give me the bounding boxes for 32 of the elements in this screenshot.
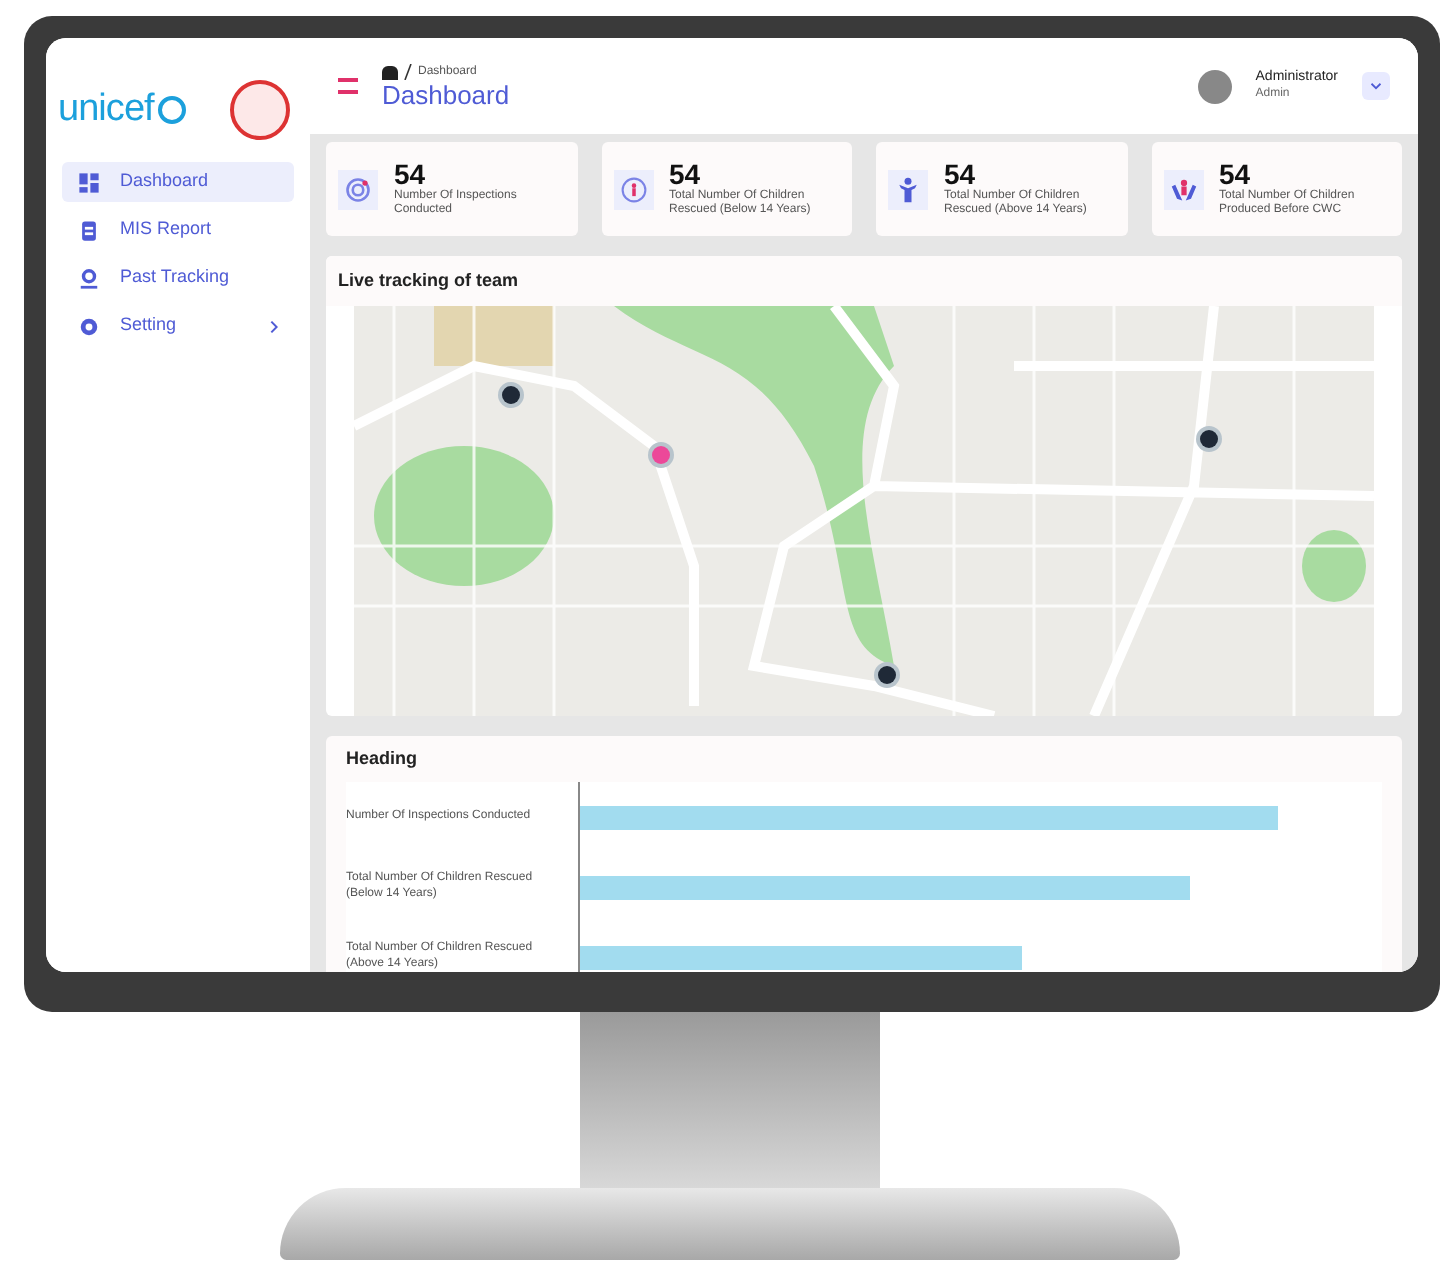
stat-value: 54 xyxy=(1219,159,1253,189)
card-title: Heading xyxy=(346,746,420,772)
card-title: Live tracking of team xyxy=(326,256,1402,306)
map-marker[interactable] xyxy=(502,386,520,404)
menu-icon[interactable] xyxy=(338,78,358,94)
pin-icon xyxy=(78,267,100,289)
grid-icon xyxy=(78,171,100,193)
sidebar-item[interactable]: Dashboard xyxy=(62,162,294,202)
globe-icon xyxy=(157,96,186,124)
stat-value: 54 xyxy=(944,159,978,189)
logo-text: unicef xyxy=(58,85,154,134)
gear-icon xyxy=(78,315,100,337)
report-icon xyxy=(78,219,100,241)
dropdown-button[interactable] xyxy=(1362,72,1390,100)
avatar xyxy=(1197,69,1232,103)
sidebar-item[interactable]: Past Tracking xyxy=(62,258,294,298)
radar-icon xyxy=(344,175,372,203)
map-marker[interactable] xyxy=(652,446,670,464)
hands-icon xyxy=(1169,175,1197,203)
emblem-icon xyxy=(230,80,290,140)
map-marker[interactable] xyxy=(878,666,896,684)
sidebar-item[interactable]: MIS Report xyxy=(62,210,294,250)
stat-value: 54 xyxy=(669,159,703,189)
chevron-down-icon xyxy=(1370,82,1382,90)
chevron-icon xyxy=(270,319,278,333)
sidebar-item[interactable]: Setting xyxy=(62,306,294,346)
person-icon xyxy=(894,175,922,203)
home-icon[interactable] xyxy=(382,65,398,79)
map-marker[interactable] xyxy=(1200,430,1218,448)
page-title: Dashboard xyxy=(382,81,512,109)
slash-icon xyxy=(404,64,412,80)
stat-value: 54 xyxy=(394,159,428,189)
